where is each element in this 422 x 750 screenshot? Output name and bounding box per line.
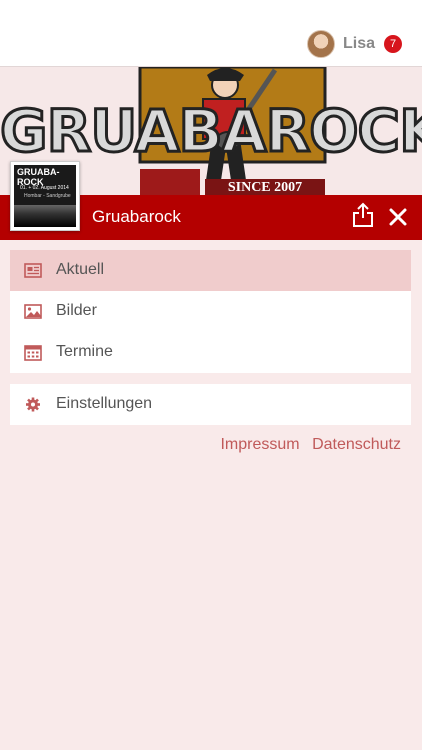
avatar[interactable] [306,30,335,58]
impressum-link[interactable]: Impressum [220,436,299,453]
main-menu: Aktuell Bilder Termine [10,250,411,373]
footer-links: Impressum Datenschutz [212,436,401,454]
menu-item-einstellungen[interactable]: Einstellungen [10,384,411,425]
image-icon [24,304,42,319]
share-icon[interactable] [352,202,374,228]
settings-menu: Einstellungen [10,384,411,425]
menu-item-label: Aktuell [56,261,105,278]
user-profile[interactable]: Lisa 7 [306,30,402,58]
notification-badge[interactable]: 7 [384,35,402,53]
calendar-icon [24,345,42,361]
event-poster: GRUABA-ROCK 01. + 02. August 2014 Hombar… [14,165,76,227]
gear-icon [26,397,40,412]
menu-item-aktuell[interactable]: Aktuell [10,250,411,291]
banner-logo-text: GRUABAROCK [0,96,422,167]
menu-item-bilder[interactable]: Bilder [10,291,411,332]
top-bar: Lisa 7 [0,0,422,67]
newspaper-icon [24,263,42,278]
close-icon[interactable] [388,207,408,227]
user-name[interactable]: Lisa [343,35,375,53]
menu-item-termine[interactable]: Termine [10,332,411,373]
poster-title: GRUABA-ROCK [17,167,60,187]
since-ribbon: SINCE 2007 [205,179,325,195]
event-thumbnail: GRUABA-ROCK 01. + 02. August 2014 Hombar… [10,161,80,231]
menu-item-label: Einstellungen [56,395,153,412]
menu-item-label: Termine [56,343,113,360]
poster-location: Hombar - Sandgrube [24,193,71,199]
datenschutz-link[interactable]: Datenschutz [312,436,401,453]
crowd-image [14,205,76,227]
page-title: Gruabarock [92,207,181,226]
poster-date: 01. + 02. August 2014 [20,185,69,191]
menu-item-label: Bilder [56,302,97,319]
